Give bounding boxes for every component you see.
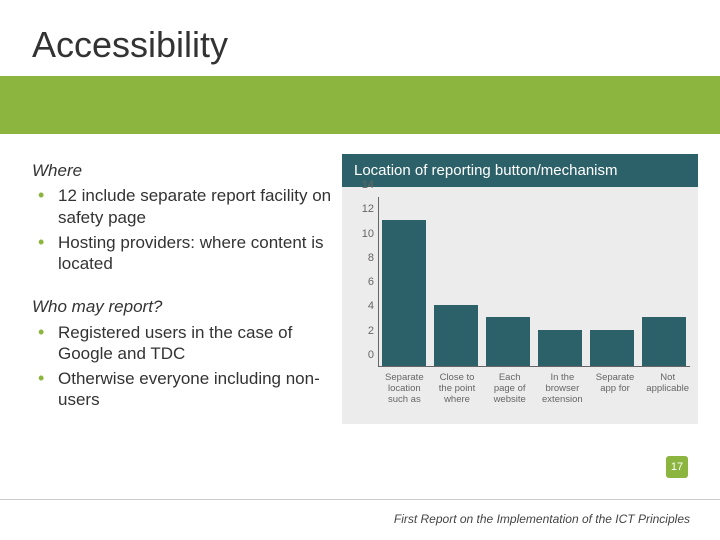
chart-x-label: In the browser extension (540, 373, 585, 406)
chart-y-tick: 6 (350, 276, 374, 288)
chart-y-tick: 4 (350, 300, 374, 312)
header-band (0, 76, 720, 134)
chart-x-axis-line (378, 366, 690, 367)
chart-x-label: Separate app for (593, 373, 638, 406)
chart-bar (434, 305, 478, 366)
page-number-badge: 17 (666, 456, 688, 478)
chart-y-tick: 14 (350, 179, 374, 191)
chart-y-axis-line (378, 197, 379, 367)
chart: Location of reporting button/mechanism 0… (342, 154, 698, 424)
chart-y-tick: 8 (350, 252, 374, 264)
chart-x-label: Close to the point where (435, 373, 480, 406)
chart-bar (538, 330, 582, 366)
slide: Accessibility Where 12 include separate … (0, 0, 720, 540)
chart-bar (642, 317, 686, 366)
chart-y-tick: 2 (350, 325, 374, 337)
chart-bars (382, 197, 686, 366)
list-item: Hosting providers: where content is loca… (32, 232, 332, 275)
chart-bar (590, 330, 634, 366)
chart-y-tick: 10 (350, 228, 374, 240)
page-title: Accessibility (32, 24, 228, 66)
list-item: Otherwise everyone including non-users (32, 368, 332, 411)
chart-plot: 02468101214 (350, 197, 690, 367)
bullet-list: 12 include separate report facility on s… (32, 185, 332, 274)
chart-x-labels: Separate location such asClose to the po… (382, 373, 690, 406)
chart-title: Location of reporting button/mechanism (342, 154, 698, 187)
text-content: Where 12 include separate report facilit… (32, 160, 332, 433)
chart-bar (486, 317, 530, 366)
section-heading: Where (32, 160, 332, 181)
list-item: Registered users in the case of Google a… (32, 322, 332, 365)
chart-x-label: Each page of website (487, 373, 532, 406)
footer: First Report on the Implementation of th… (394, 512, 690, 526)
chart-bar (382, 220, 426, 366)
chart-x-label: Not applicable (645, 373, 690, 406)
chart-y-tick: 0 (350, 349, 374, 361)
page-number: 17 (671, 461, 683, 473)
chart-y-axis: 02468101214 (350, 197, 374, 367)
footer-divider (0, 499, 720, 500)
list-item: 12 include separate report facility on s… (32, 185, 332, 228)
chart-x-label: Separate location such as (382, 373, 427, 406)
bullet-list: Registered users in the case of Google a… (32, 322, 332, 411)
chart-y-tick: 12 (350, 203, 374, 215)
section-heading: Who may report? (32, 296, 332, 317)
